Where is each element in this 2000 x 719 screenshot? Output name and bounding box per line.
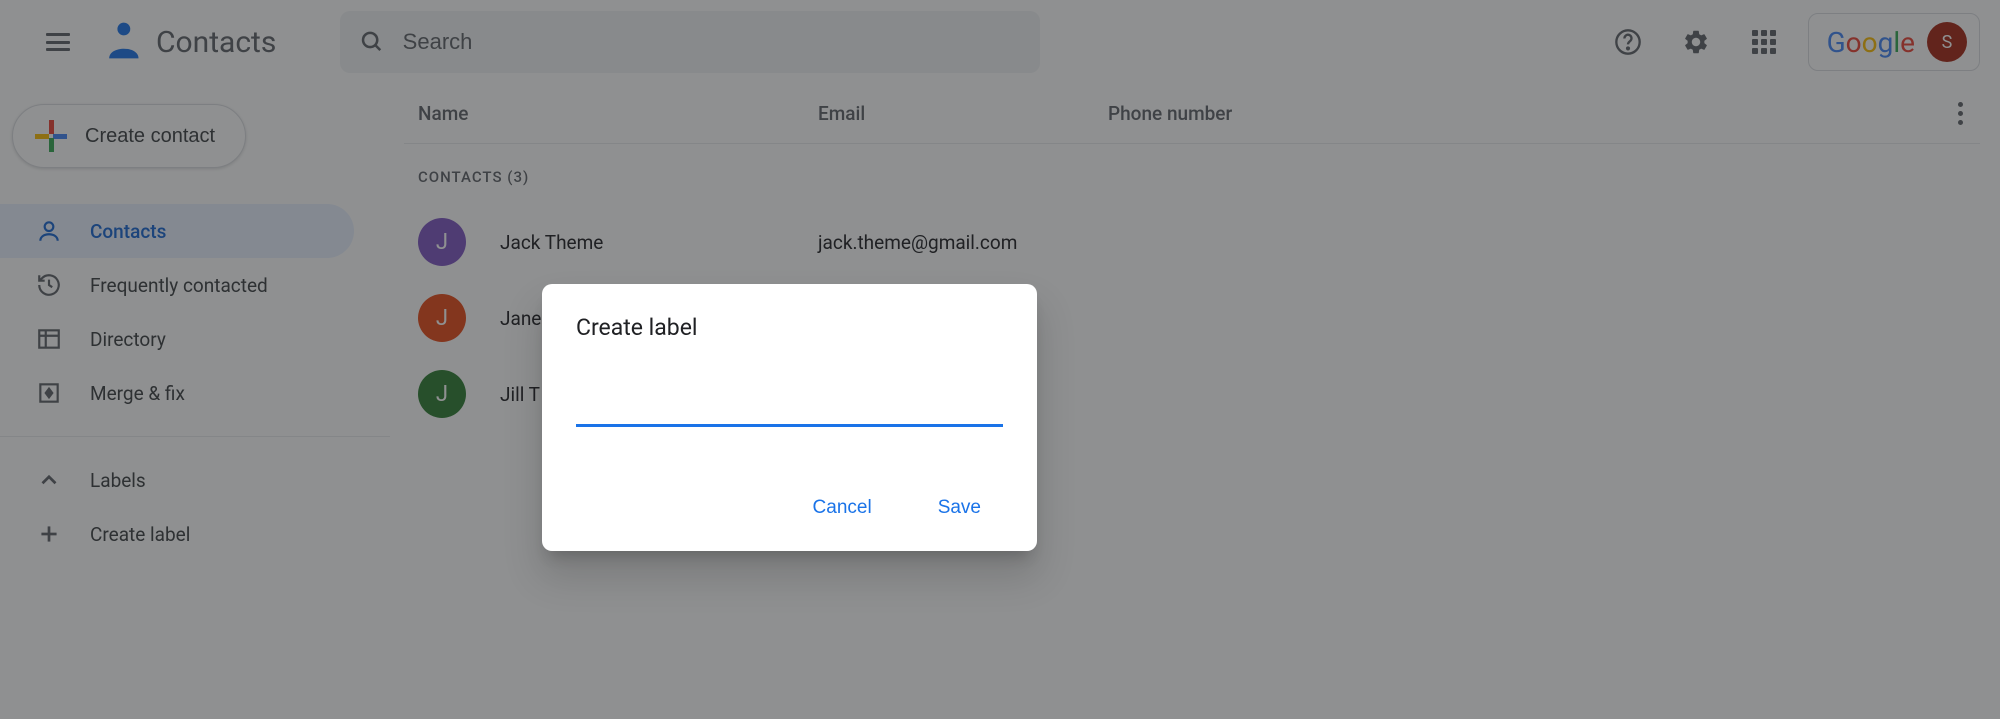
dialog-actions: Cancel Save [576, 487, 1003, 529]
save-button[interactable]: Save [930, 487, 989, 529]
create-label-dialog: Create label Cancel Save [542, 284, 1037, 551]
cancel-button[interactable]: Cancel [805, 487, 880, 529]
label-name-input[interactable] [576, 389, 1003, 427]
dialog-title: Create label [576, 314, 1003, 341]
